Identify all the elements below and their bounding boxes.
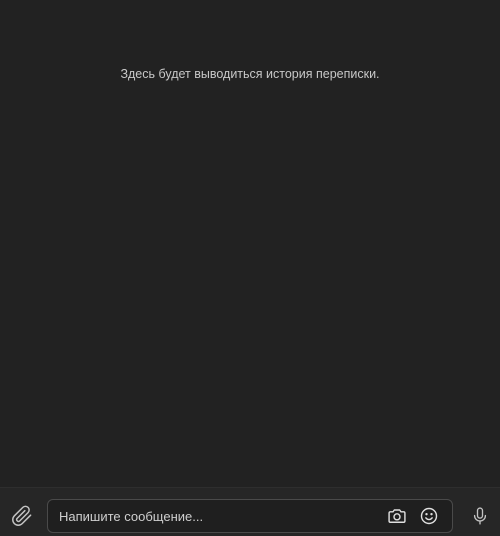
smiley-icon bbox=[419, 506, 439, 526]
message-composer bbox=[0, 487, 500, 536]
chat-window: Здесь будет выводиться история переписки… bbox=[0, 0, 500, 536]
message-history: Здесь будет выводиться история переписки… bbox=[0, 0, 500, 487]
microphone-button[interactable] bbox=[467, 503, 493, 529]
emoji-button[interactable] bbox=[418, 505, 440, 527]
history-placeholder-text: Здесь будет выводиться история переписки… bbox=[120, 67, 380, 81]
camera-icon bbox=[387, 506, 407, 526]
microphone-icon bbox=[470, 505, 490, 527]
paperclip-icon bbox=[11, 505, 33, 527]
camera-button[interactable] bbox=[386, 505, 408, 527]
attach-button[interactable] bbox=[9, 503, 35, 529]
message-input[interactable] bbox=[59, 500, 369, 532]
message-input-box bbox=[47, 499, 453, 533]
